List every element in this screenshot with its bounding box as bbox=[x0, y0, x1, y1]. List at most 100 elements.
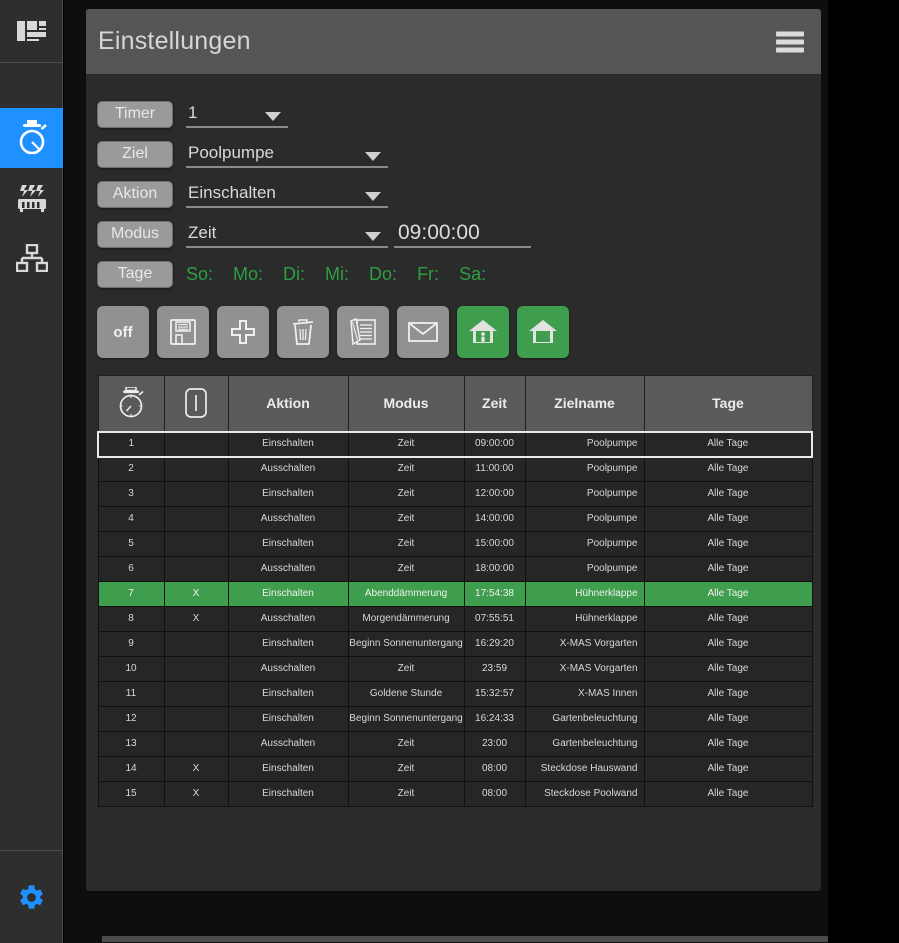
cell-zielname: Gartenbeleuchtung bbox=[524, 706, 645, 732]
cell-flag bbox=[163, 430, 229, 458]
col-header-switch-icon[interactable] bbox=[163, 375, 229, 432]
cell-tage: Alle Tage bbox=[643, 606, 813, 632]
modus-select-value: Zeit bbox=[188, 223, 217, 242]
table-row[interactable]: 10 Ausschalten Zeit 23:59 X-MAS Vorgarten All… bbox=[97, 656, 813, 682]
edit-log-button[interactable] bbox=[337, 306, 389, 358]
cell-id: 8 bbox=[97, 606, 165, 632]
cell-zeit: 07:55:51 bbox=[463, 606, 526, 632]
col-header-modus[interactable]: Modus bbox=[347, 375, 465, 432]
hamburger-menu-icon[interactable] bbox=[776, 31, 804, 52]
cell-tage: Alle Tage bbox=[643, 506, 813, 532]
cell-zielname: Poolpumpe bbox=[524, 430, 645, 458]
cell-flag: X bbox=[163, 781, 229, 807]
cell-tage: Alle Tage bbox=[643, 781, 813, 807]
save-button[interactable] bbox=[157, 306, 209, 358]
cell-tage: Alle Tage bbox=[643, 531, 813, 557]
cell-flag: X bbox=[163, 581, 229, 607]
chevron-down-icon bbox=[265, 111, 281, 121]
cell-id: 14 bbox=[97, 756, 165, 782]
cell-aktion: Ausschalten bbox=[227, 506, 349, 532]
col-header-zielname[interactable]: Zielname bbox=[524, 375, 645, 432]
left-navigation-rail bbox=[0, 0, 63, 943]
table-row[interactable]: 13 Ausschalten Zeit 23:00 Gartenbeleuchtung A… bbox=[97, 731, 813, 757]
envelope-icon bbox=[408, 321, 438, 343]
sidebar-item-settings[interactable] bbox=[0, 851, 63, 943]
cell-zeit: 23:00 bbox=[463, 731, 526, 757]
label-aktion: Aktion bbox=[97, 180, 173, 208]
table-row[interactable]: 7 X Einschalten Abenddämmerung 17:54:38 Hühne… bbox=[97, 581, 813, 607]
modus-select[interactable]: Zeit bbox=[186, 221, 388, 248]
day-so[interactable]: So: bbox=[186, 264, 213, 285]
label-tage: Tage bbox=[97, 260, 173, 288]
card-titlebar: Einstellungen bbox=[86, 9, 821, 74]
day-mo[interactable]: Mo: bbox=[233, 264, 263, 285]
day-mi[interactable]: Mi: bbox=[325, 264, 349, 285]
col-header-zeit[interactable]: Zeit bbox=[463, 375, 526, 432]
table-row[interactable]: 4 Ausschalten Zeit 14:00:00 Poolpumpe Alle Ta… bbox=[97, 506, 813, 532]
timer-select[interactable]: 1 bbox=[186, 101, 288, 128]
cell-zielname: Hühnerklappe bbox=[524, 606, 645, 632]
table-row[interactable]: 15 X Einschalten Zeit 08:00 Steckdose Poolwan… bbox=[97, 781, 813, 807]
mail-button[interactable] bbox=[397, 306, 449, 358]
day-sa[interactable]: Sa: bbox=[459, 264, 486, 285]
cell-zielname: Steckdose Poolwand bbox=[524, 781, 645, 807]
power-off-button[interactable]: off bbox=[97, 306, 149, 358]
cell-modus: Zeit bbox=[347, 731, 465, 757]
cell-zeit: 15:32:57 bbox=[463, 681, 526, 707]
aktion-select[interactable]: Einschalten bbox=[186, 181, 388, 208]
table-row[interactable]: 14 X Einschalten Zeit 08:00 Steckdose Hauswan… bbox=[97, 756, 813, 782]
page-title: Einstellungen bbox=[98, 27, 251, 55]
table-row[interactable]: 2 Ausschalten Zeit 11:00:00 Poolpumpe Alle Ta… bbox=[97, 456, 813, 482]
cell-zielname: Poolpumpe bbox=[524, 506, 645, 532]
sidebar-item-heating[interactable] bbox=[0, 168, 63, 228]
away-home-button[interactable] bbox=[517, 306, 569, 358]
col-header-timer-icon[interactable] bbox=[97, 375, 165, 432]
cell-flag bbox=[163, 681, 229, 707]
hamburger-bar bbox=[776, 47, 804, 52]
chevron-down-icon bbox=[365, 191, 381, 201]
table-row[interactable]: 9 Einschalten Beginn Sonnenuntergang 16:29:… bbox=[97, 631, 813, 657]
cell-id: 5 bbox=[97, 531, 165, 557]
table-row[interactable]: 6 Ausschalten Zeit 18:00:00 Poolpumpe Alle Ta… bbox=[97, 556, 813, 582]
time-input[interactable]: 09:00:00 bbox=[394, 220, 531, 248]
chevron-down-icon bbox=[365, 151, 381, 161]
sidebar-item-timer[interactable] bbox=[0, 108, 63, 168]
cell-flag bbox=[163, 656, 229, 682]
cell-modus: Zeit bbox=[347, 481, 465, 507]
cell-zielname: Poolpumpe bbox=[524, 531, 645, 557]
cell-flag bbox=[163, 531, 229, 557]
col-header-aktion[interactable]: Aktion bbox=[227, 375, 349, 432]
sidebar-item-network[interactable] bbox=[0, 228, 63, 288]
form-row-modus: Modus Zeit 09:00:00 bbox=[97, 214, 821, 254]
sidebar-item-dashboard[interactable] bbox=[0, 0, 63, 63]
settings-card: Einstellungen Timer 1 Ziel Poolpumpe Akt… bbox=[86, 9, 821, 891]
day-do[interactable]: Do: bbox=[369, 264, 397, 285]
col-header-tage[interactable]: Tage bbox=[643, 375, 813, 432]
cell-id: 12 bbox=[97, 706, 165, 732]
scrollbar-track[interactable] bbox=[102, 936, 828, 942]
cell-tage: Alle Tage bbox=[643, 656, 813, 682]
table-row[interactable]: 1 Einschalten Zeit 09:00:00 Poolpumpe Alle Ta… bbox=[97, 430, 813, 458]
cell-zeit: 16:29:20 bbox=[463, 631, 526, 657]
table-row[interactable]: 3 Einschalten Zeit 12:00:00 Poolpumpe Alle Ta… bbox=[97, 481, 813, 507]
cell-flag bbox=[163, 556, 229, 582]
day-fr[interactable]: Fr: bbox=[417, 264, 439, 285]
delete-button[interactable] bbox=[277, 306, 329, 358]
presence-home-button[interactable] bbox=[457, 306, 509, 358]
ziel-select[interactable]: Poolpumpe bbox=[186, 141, 388, 168]
cell-modus: Zeit bbox=[347, 456, 465, 482]
add-button[interactable] bbox=[217, 306, 269, 358]
cell-zeit: 16:24:33 bbox=[463, 706, 526, 732]
cell-flag bbox=[163, 481, 229, 507]
radiator-icon bbox=[16, 183, 48, 213]
table-row[interactable]: 5 Einschalten Zeit 15:00:00 Poolpumpe Alle Ta… bbox=[97, 531, 813, 557]
horizontal-scrollbar[interactable] bbox=[64, 933, 828, 943]
table-row[interactable]: 8 X Ausschalten Morgendämmerung 07:55:51 Hühn… bbox=[97, 606, 813, 632]
cell-tage: Alle Tage bbox=[643, 556, 813, 582]
table-row[interactable]: 11 Einschalten Goldene Stunde 15:32:57 X-MAS… bbox=[97, 681, 813, 707]
cell-flag bbox=[163, 706, 229, 732]
day-di[interactable]: Di: bbox=[283, 264, 305, 285]
table-row[interactable]: 12 Einschalten Beginn Sonnenuntergang 16:24… bbox=[97, 706, 813, 732]
cell-aktion: Einschalten bbox=[227, 781, 349, 807]
cell-id: 9 bbox=[97, 631, 165, 657]
